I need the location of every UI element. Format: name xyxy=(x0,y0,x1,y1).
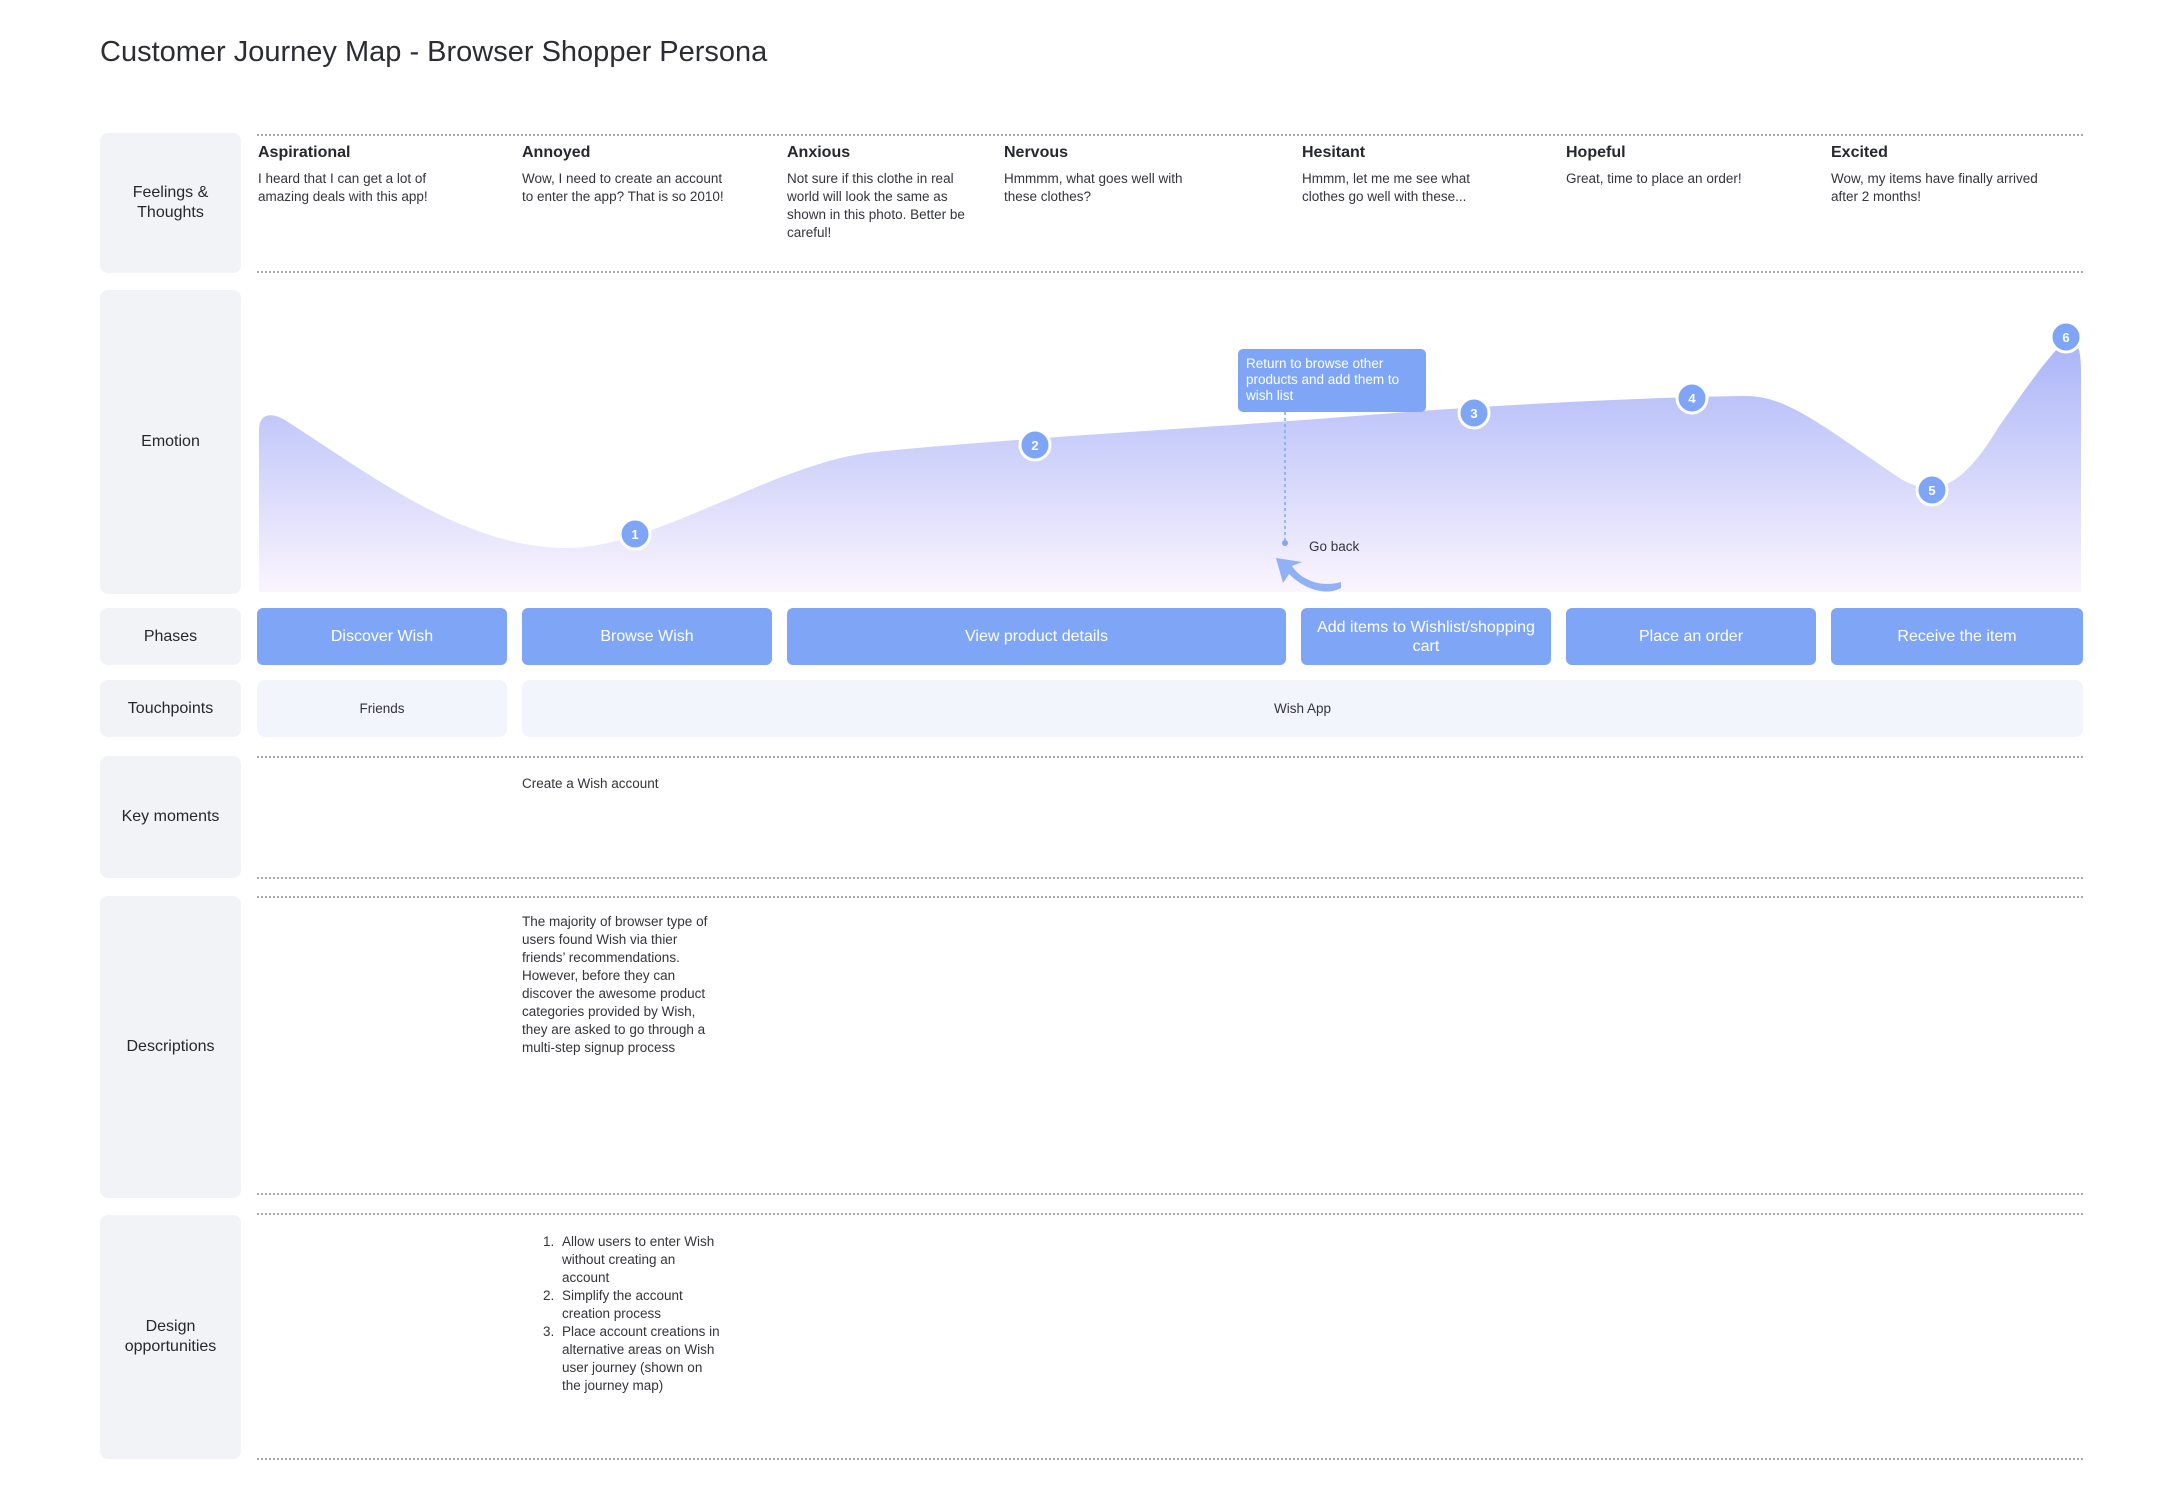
row-label-feelings: Feelings & Thoughts xyxy=(100,133,241,273)
separator-line xyxy=(257,1193,2083,1195)
feeling-heading: Excited xyxy=(1831,144,1888,161)
feeling-heading: Hesitant xyxy=(1302,144,1366,161)
phase-view-product-details[interactable]: View product details xyxy=(787,608,1286,665)
row-label-descriptions: Descriptions xyxy=(100,896,241,1198)
svg-text:3: 3 xyxy=(1470,406,1477,421)
separator-line xyxy=(257,1458,2083,1460)
feeling-aspirational: Aspirational I heard that I can get a lo… xyxy=(258,144,468,206)
svg-text:2: 2 xyxy=(1031,438,1038,453)
feeling-heading: Nervous xyxy=(1004,144,1069,161)
feeling-text: Wow, I need to create an account to ente… xyxy=(522,171,724,204)
row-label-emotion: Emotion xyxy=(100,290,241,594)
separator-line xyxy=(257,271,2083,273)
description-text: The majority of browser type of users fo… xyxy=(522,914,708,1055)
feeling-heading: Aspirational xyxy=(258,144,351,161)
emotion-marker-5: 5 xyxy=(1915,473,1949,507)
phase-discover-wish[interactable]: Discover Wish xyxy=(257,608,507,665)
phase-browse-wish[interactable]: Browse Wish xyxy=(522,608,772,665)
touchpoint-wish-app: Wish App xyxy=(522,680,2083,737)
feeling-heading: Annoyed xyxy=(522,144,591,161)
design-opportunities-list: Allow users to enter Wish without creati… xyxy=(522,1233,722,1395)
feeling-hopeful: Hopeful Great, time to place an order! xyxy=(1566,144,1776,188)
opportunity-item: Allow users to enter Wish without creati… xyxy=(558,1233,722,1287)
row-label-design-opportunities: Design opportunities xyxy=(100,1215,241,1459)
emotion-marker-4: 4 xyxy=(1675,381,1709,415)
feeling-text: Wow, my items have finally arrived after… xyxy=(1831,171,2038,204)
phase-place-order[interactable]: Place an order xyxy=(1566,608,1816,665)
phase-add-items[interactable]: Add items to Wishlist/shopping cart xyxy=(1301,608,1551,665)
feeling-text: Hmmmm, what goes well with these clothes… xyxy=(1004,171,1183,204)
emotion-marker-3: 3 xyxy=(1457,396,1491,430)
feeling-heading: Anxious xyxy=(787,144,851,161)
feeling-text: Not sure if this clothe in real world wi… xyxy=(787,171,965,240)
phase-receive-item[interactable]: Receive the item xyxy=(1831,608,2083,665)
separator-line xyxy=(257,896,2083,898)
feeling-text: I heard that I can get a lot of amazing … xyxy=(258,171,428,204)
callout-return-browse: Return to browse other products and add … xyxy=(1238,349,1426,412)
emotion-marker-2: 2 xyxy=(1018,428,1052,462)
emotion-marker-1: 1 xyxy=(618,517,652,551)
svg-text:1: 1 xyxy=(631,527,638,542)
opportunity-item: Simplify the account creation process xyxy=(558,1287,722,1323)
separator-line xyxy=(257,877,2083,879)
feeling-hesitant: Hesitant Hmmm, let me me see what clothe… xyxy=(1302,144,1492,206)
feeling-heading: Hopeful xyxy=(1566,144,1626,161)
feeling-text: Hmmm, let me me see what clothes go well… xyxy=(1302,171,1471,204)
key-moment-text: Create a Wish account xyxy=(522,776,659,791)
feeling-annoyed: Annoyed Wow, I need to create an account… xyxy=(522,144,732,206)
opportunity-item: Place account creations in alternative a… xyxy=(558,1323,722,1395)
separator-line xyxy=(257,1213,2083,1215)
emotion-area xyxy=(259,339,2081,592)
separator-line xyxy=(257,756,2083,758)
touchpoint-friends: Friends xyxy=(257,680,507,737)
page-title: Customer Journey Map - Browser Shopper P… xyxy=(100,36,768,68)
row-label-phases: Phases xyxy=(100,608,241,665)
feeling-nervous: Nervous Hmmmm, what goes well with these… xyxy=(1004,144,1204,206)
emotion-marker-6: 6 xyxy=(2049,320,2083,354)
svg-text:5: 5 xyxy=(1928,483,1935,498)
go-back-label: Go back xyxy=(1309,539,1360,554)
row-label-touchpoints: Touchpoints xyxy=(100,680,241,737)
svg-text:6: 6 xyxy=(2062,330,2069,345)
feeling-excited: Excited Wow, my items have finally arriv… xyxy=(1831,144,2041,206)
emotion-curve-chart: 1 2 3 4 5 6 xyxy=(259,320,2083,592)
row-label-key-moments: Key moments xyxy=(100,756,241,878)
feeling-anxious: Anxious Not sure if this clothe in real … xyxy=(787,144,982,242)
separator-line xyxy=(257,134,2083,136)
svg-text:4: 4 xyxy=(1688,391,1696,406)
feeling-text: Great, time to place an order! xyxy=(1566,171,1742,186)
